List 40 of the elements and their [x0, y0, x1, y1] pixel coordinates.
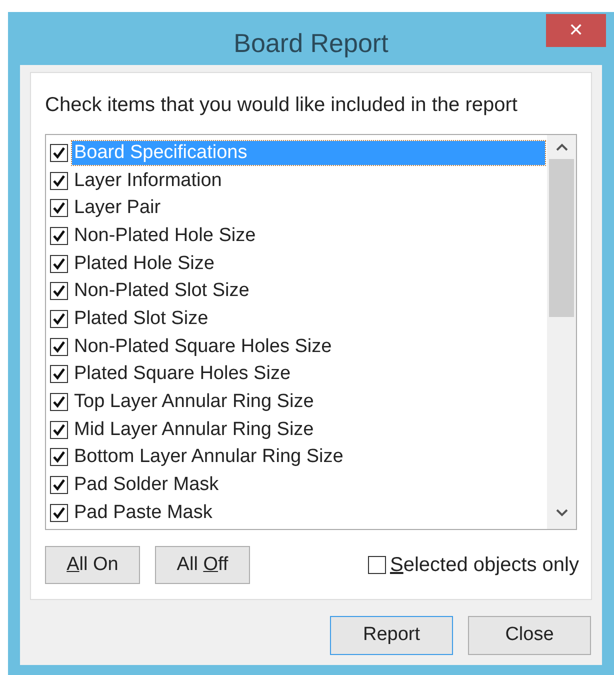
toggle-button[interactable]: All Off	[155, 546, 250, 584]
checkbox[interactable]	[50, 420, 68, 439]
list-item[interactable]: Plated Square Holes Size	[72, 362, 293, 386]
scroll-down-icon[interactable]	[556, 509, 568, 517]
list-item[interactable]: Layer Information	[72, 168, 224, 193]
checkbox[interactable]	[50, 282, 68, 300]
instruction-text: Check items that you would like included in the report	[45, 93, 518, 118]
checkbox[interactable]	[50, 310, 68, 328]
list-item[interactable]: Pad Paste Mask	[72, 500, 214, 525]
window-title: Board Report	[234, 27, 388, 60]
list-item[interactable]: Layer Pair	[72, 196, 163, 220]
list-item[interactable]: Mid Layer Annular Ring Size	[72, 418, 316, 442]
scrollbar[interactable]	[547, 135, 576, 529]
close-button[interactable]: ✕	[546, 14, 606, 47]
list-item[interactable]: Pad Solder Mask	[72, 473, 221, 498]
list-item[interactable]: Plated Hole Size	[72, 252, 216, 276]
checkbox-label[interactable]: Selected objects only	[390, 550, 579, 580]
list-item[interactable]: Non-Plated Slot Size	[72, 279, 252, 304]
list-item[interactable]: Plated Slot Size	[72, 306, 210, 331]
dialog-button[interactable]: Report	[330, 616, 453, 655]
checkbox[interactable]	[50, 365, 68, 384]
toggle-button[interactable]: All On	[45, 546, 140, 584]
checkbox[interactable]	[50, 448, 68, 466]
list-item[interactable]: Non-Plated Hole Size	[72, 224, 258, 248]
checkbox[interactable]	[368, 556, 386, 574]
checkbox[interactable]	[50, 226, 68, 245]
checkbox[interactable]	[50, 338, 68, 356]
dialog-button[interactable]: Close	[468, 616, 591, 655]
list-item[interactable]: Top Layer Annular Ring Size	[72, 390, 316, 414]
checkbox[interactable]	[50, 476, 68, 494]
checkbox[interactable]	[50, 199, 68, 218]
scrollbar-thumb[interactable]	[549, 159, 574, 317]
checkbox[interactable]	[50, 254, 68, 273]
scroll-up-icon[interactable]	[556, 143, 568, 151]
list-item[interactable]: Bottom Layer Annular Ring Size	[72, 445, 346, 470]
checkbox[interactable]	[50, 504, 68, 522]
checkbox[interactable]	[50, 172, 68, 190]
list-item[interactable]: Non-Plated Square Holes Size	[72, 334, 334, 359]
checkbox[interactable]	[50, 144, 68, 162]
checkbox[interactable]	[50, 393, 68, 412]
